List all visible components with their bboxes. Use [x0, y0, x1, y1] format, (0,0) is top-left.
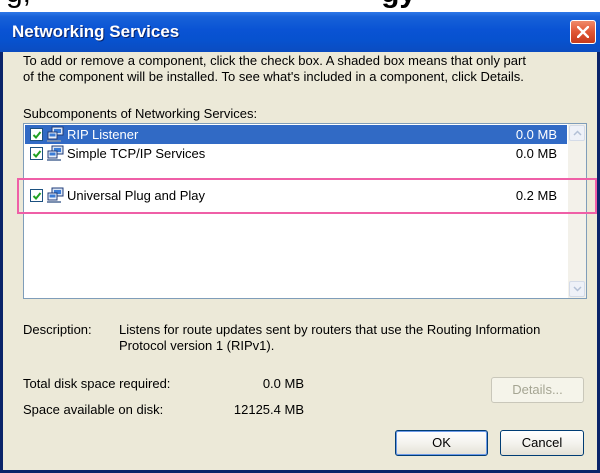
checkmark-icon	[32, 131, 42, 139]
space-available-value: 12125.4 MB	[233, 402, 304, 417]
network-component-icon	[47, 126, 64, 142]
subcomponents-label: Subcomponents of Networking Services:	[23, 106, 258, 121]
chevron-up-icon	[573, 130, 582, 136]
subcomponents-list[interactable]: RIP Listener 0.0 MB Simple TCP/IP Servic…	[23, 123, 587, 299]
list-scrollbar[interactable]	[568, 124, 586, 298]
cancel-button[interactable]: Cancel	[500, 430, 584, 456]
top-cropped-strip: g, gy	[0, 0, 600, 12]
list-item-size: 0.0 MB	[515, 146, 557, 161]
close-icon	[577, 26, 589, 38]
description-line-2: Protocol version 1 (RIPv1).	[119, 338, 275, 353]
space-available-label: Space available on disk:	[23, 402, 164, 417]
checkbox-universal-plug-and-play[interactable]	[30, 189, 43, 202]
close-button[interactable]	[570, 20, 596, 44]
network-component-icon	[47, 145, 64, 161]
checkbox-rip-listener[interactable]	[30, 128, 43, 141]
list-item-label: Universal Plug and Play	[67, 188, 206, 203]
description-line-1: Listens for route updates sent by router…	[119, 322, 541, 337]
checkmark-icon	[32, 150, 42, 158]
checkbox-simple-tcpip[interactable]	[30, 147, 43, 160]
list-item-simple-tcpip[interactable]: Simple TCP/IP Services 0.0 MB	[25, 144, 567, 163]
ok-button[interactable]: OK	[395, 430, 488, 456]
window-title: Networking Services	[12, 22, 180, 41]
checkmark-icon	[32, 192, 42, 200]
instructions-line-1: To add or remove a component, click the …	[23, 53, 526, 68]
title-bar[interactable]: Networking Services	[0, 12, 600, 52]
list-item-label: RIP Listener	[67, 127, 139, 142]
description-text: Listens for route updates sent by router…	[119, 322, 589, 354]
details-button[interactable]: Details...	[491, 377, 584, 403]
instructions-text: To add or remove a component, click the …	[23, 53, 593, 85]
description-label: Description:	[23, 322, 92, 337]
chevron-down-icon	[573, 286, 582, 292]
list-item-rip-listener[interactable]: RIP Listener 0.0 MB	[25, 125, 567, 144]
scroll-up-button[interactable]	[569, 125, 585, 141]
total-disk-required-value: 0.0 MB	[262, 376, 304, 391]
list-item-universal-plug-and-play[interactable]: Universal Plug and Play 0.2 MB	[25, 186, 567, 205]
list-item-size: 0.0 MB	[515, 127, 557, 142]
list-item-label: Simple TCP/IP Services	[67, 146, 206, 161]
network-component-icon	[47, 187, 64, 203]
cropped-background-text: g, gy	[6, 0, 416, 10]
list-item-size: 0.2 MB	[515, 188, 557, 203]
total-disk-required-label: Total disk space required:	[23, 376, 171, 391]
instructions-line-2: of the component will be installed. To s…	[23, 69, 524, 84]
scroll-down-button[interactable]	[569, 281, 585, 297]
